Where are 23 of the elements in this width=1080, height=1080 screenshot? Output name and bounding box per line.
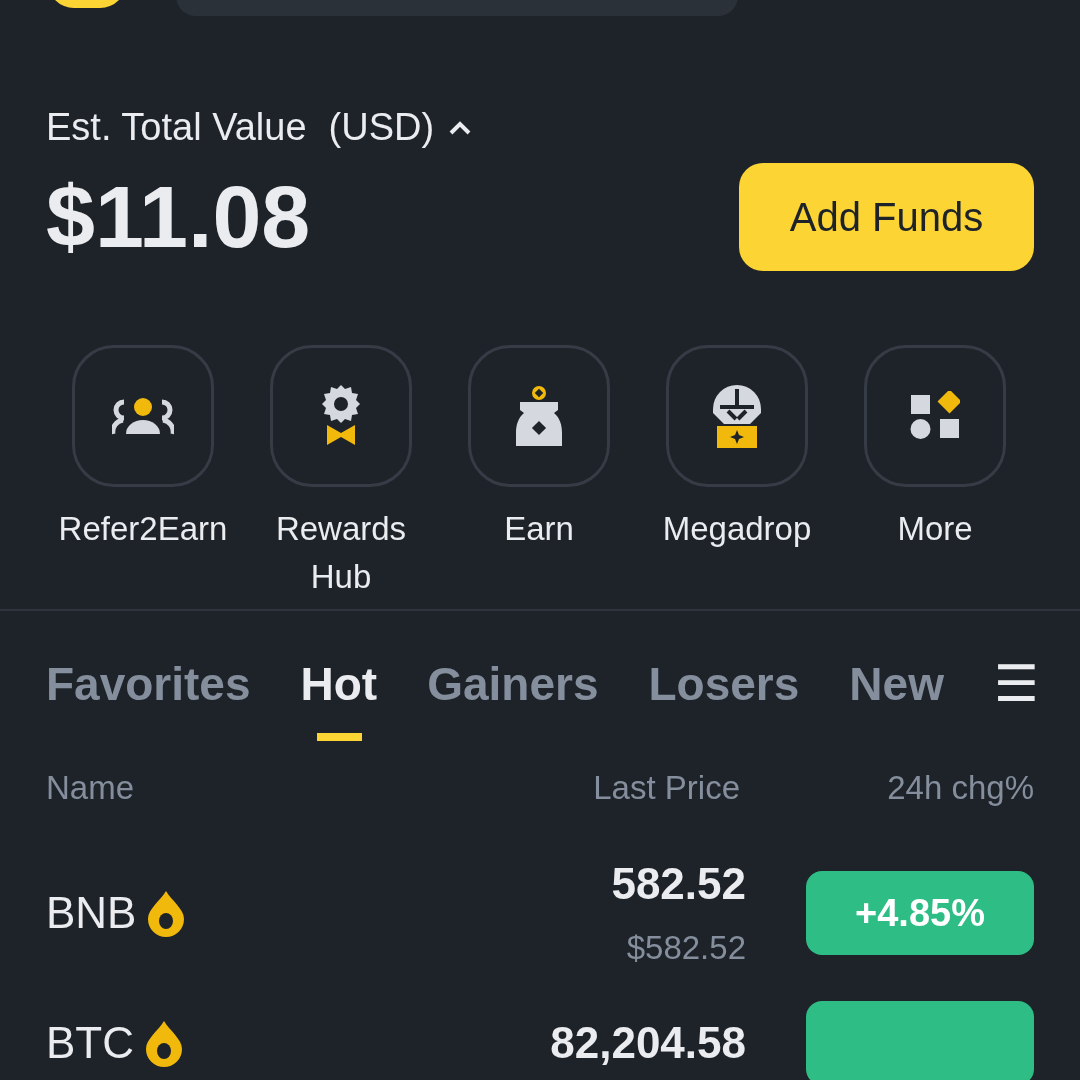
- total-value-label: Est. Total Value: [46, 106, 307, 149]
- currency-label[interactable]: (USD): [328, 106, 435, 149]
- market-tab[interactable]: Hot: [300, 657, 378, 741]
- market-tab[interactable]: Losers: [648, 657, 800, 741]
- shortcut-label: Earn: [503, 509, 575, 549]
- market-tab[interactable]: Favorites: [46, 657, 251, 741]
- last-price: 82,204.58: [550, 1018, 746, 1068]
- last-price: 582.52: [611, 859, 746, 909]
- shortcut-label: More: [896, 509, 974, 549]
- column-header[interactable]: Last Price: [500, 769, 740, 807]
- shortcut-label: Megadrop: [661, 509, 813, 549]
- column-header: Name: [46, 769, 136, 807]
- coin-symbol: BNB: [46, 888, 137, 938]
- fiat-price: $582.52: [626, 929, 746, 967]
- change-badge: +4.85%: [806, 871, 1034, 955]
- coin-symbol: BTC: [46, 1018, 134, 1068]
- column-header[interactable]: 24h chg%: [740, 769, 1034, 807]
- total-value: $11.08: [46, 166, 311, 268]
- market-tab[interactable]: New: [849, 657, 944, 741]
- market-tab[interactable]: Gainers: [427, 657, 599, 741]
- add-funds-button[interactable]: Add Funds: [739, 163, 1034, 271]
- shortcut-label: Rewards Hub: [274, 509, 408, 597]
- shortcut-label: Refer2Earn: [57, 509, 229, 549]
